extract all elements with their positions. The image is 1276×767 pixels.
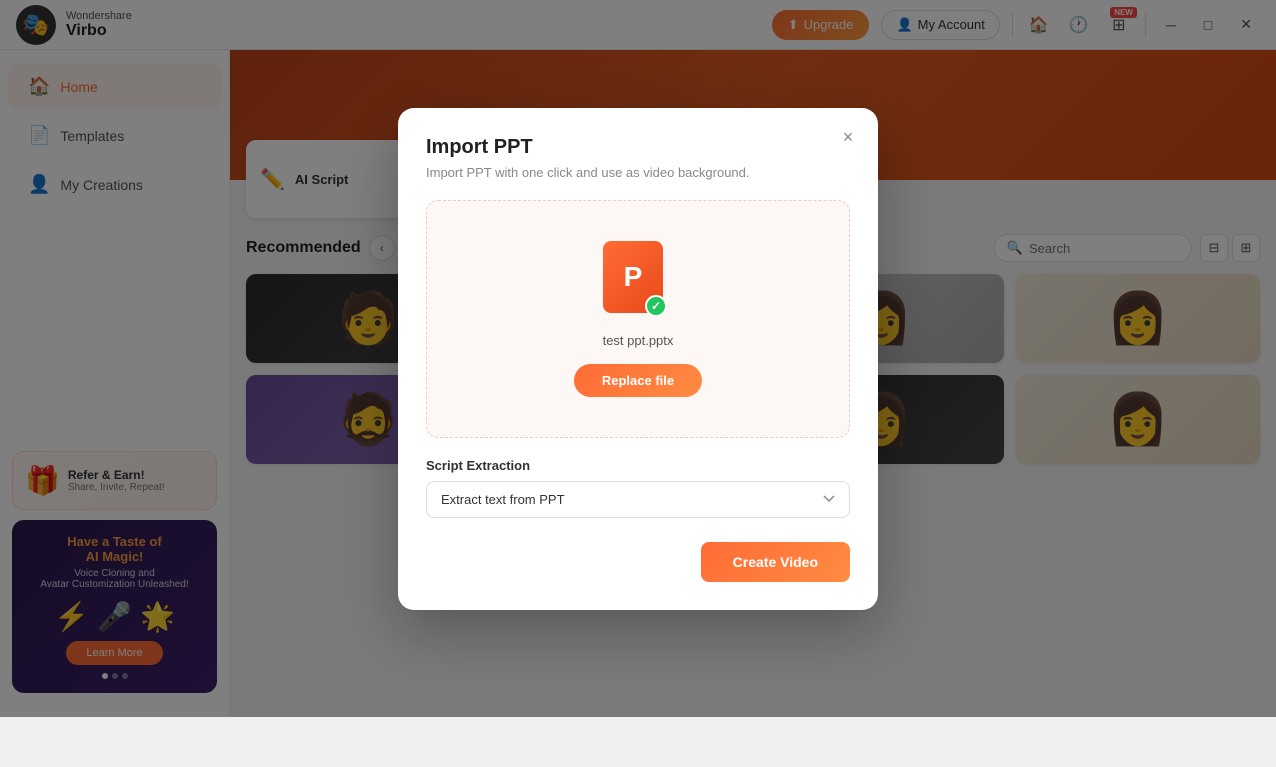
ppt-check-icon: ✓ bbox=[645, 295, 667, 317]
modal-footer: Create Video bbox=[426, 542, 850, 582]
import-ppt-modal: × Import PPT Import PPT with one click a… bbox=[398, 108, 878, 610]
file-drop-zone[interactable]: P ✓ test ppt.pptx Replace file bbox=[426, 200, 850, 438]
ppt-icon-body: P ✓ bbox=[603, 241, 663, 313]
replace-file-button[interactable]: Replace file bbox=[574, 364, 702, 397]
modal-close-button[interactable]: × bbox=[834, 124, 862, 152]
modal-overlay[interactable]: × Import PPT Import PPT with one click a… bbox=[0, 0, 1276, 717]
script-extraction-label: Script Extraction bbox=[426, 458, 850, 473]
file-name-label: test ppt.pptx bbox=[447, 333, 829, 348]
modal-title: Import PPT bbox=[426, 136, 850, 159]
script-extraction-select[interactable]: Extract text from PPT No extraction Manu… bbox=[426, 481, 850, 518]
create-video-button[interactable]: Create Video bbox=[701, 542, 850, 582]
modal-subtitle: Import PPT with one click and use as vid… bbox=[426, 165, 850, 180]
ppt-file-icon: P ✓ bbox=[603, 241, 673, 321]
